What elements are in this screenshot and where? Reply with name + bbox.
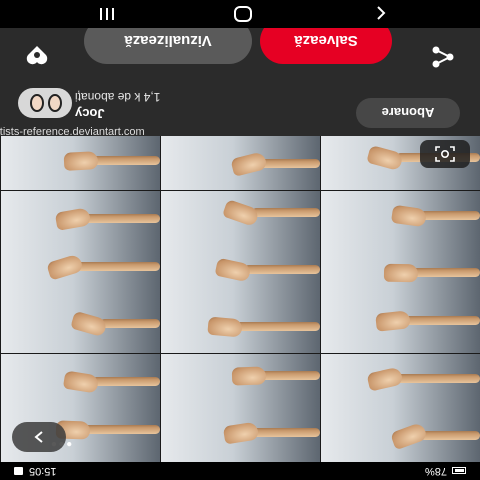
arm	[420, 211, 480, 220]
hand-photo	[1, 245, 160, 299]
arm	[236, 322, 320, 331]
recent-apps-icon[interactable]	[98, 6, 116, 22]
arm	[396, 374, 480, 383]
hand-photo	[161, 136, 320, 190]
hand-photo	[1, 354, 160, 408]
arm	[76, 262, 160, 271]
arm	[92, 377, 160, 386]
hand	[366, 366, 404, 392]
arm	[100, 319, 160, 328]
hand-photo	[161, 408, 320, 462]
hand	[214, 257, 252, 283]
hand-photo	[321, 354, 480, 408]
hand-photo	[321, 245, 480, 299]
hand-photo	[1, 191, 160, 245]
clock: 15:05	[29, 465, 57, 477]
hand	[62, 370, 100, 394]
hand-photo	[161, 245, 320, 299]
status-bar: 78% 15:05	[0, 462, 480, 480]
arm	[244, 265, 320, 274]
arm	[404, 316, 480, 325]
sd-card-icon	[14, 467, 23, 475]
battery-icon	[452, 467, 466, 475]
hand	[389, 421, 429, 451]
hand-photo	[321, 408, 480, 462]
chevron-icon	[34, 431, 43, 443]
arm	[412, 268, 480, 277]
navigation-bar	[0, 0, 480, 28]
arm	[420, 431, 480, 440]
hand	[207, 316, 243, 338]
hand	[70, 310, 108, 338]
hand	[221, 198, 261, 228]
hand	[383, 263, 419, 283]
hand-photo	[161, 191, 320, 245]
lens-button[interactable]	[420, 140, 470, 168]
battery-level: 78%	[424, 465, 447, 477]
visit-button[interactable]	[12, 422, 66, 452]
arm	[260, 159, 320, 168]
hand-photo	[161, 354, 320, 408]
hand	[375, 310, 411, 332]
hand-photo	[321, 299, 480, 353]
arm	[252, 208, 320, 217]
hand-photo	[321, 191, 480, 245]
heart-icon[interactable]	[24, 42, 50, 68]
arm	[84, 425, 160, 434]
avatar[interactable]	[18, 88, 72, 118]
hand-photo	[1, 136, 160, 190]
avatar-face	[48, 94, 62, 112]
user-followers: 1,4 k de abonați	[75, 90, 161, 104]
user-name[interactable]: Jocy	[75, 106, 225, 121]
hand-photo	[1, 299, 160, 353]
hand	[46, 253, 84, 281]
hand	[231, 366, 267, 386]
arm	[92, 156, 160, 165]
avatar-face	[30, 94, 44, 112]
home-icon[interactable]	[234, 6, 252, 22]
arm	[260, 371, 320, 380]
back-icon[interactable]	[372, 4, 390, 22]
source-watermark: artists-reference.deviantart.com	[0, 126, 145, 138]
hand	[63, 151, 99, 171]
screen: 78% 15:05 ••• artists-reference.devianta…	[0, 0, 480, 480]
hand	[390, 204, 428, 228]
share-icon[interactable]	[430, 44, 456, 70]
hand	[222, 421, 260, 445]
pin-image[interactable]	[0, 136, 480, 462]
hand-photo	[161, 299, 320, 353]
subscribe-button[interactable]: Abonare	[356, 98, 460, 128]
hand	[366, 144, 404, 172]
lens-icon	[435, 146, 455, 162]
arm	[84, 214, 160, 223]
arm	[252, 428, 320, 437]
hand	[230, 151, 268, 177]
hand	[54, 207, 92, 231]
